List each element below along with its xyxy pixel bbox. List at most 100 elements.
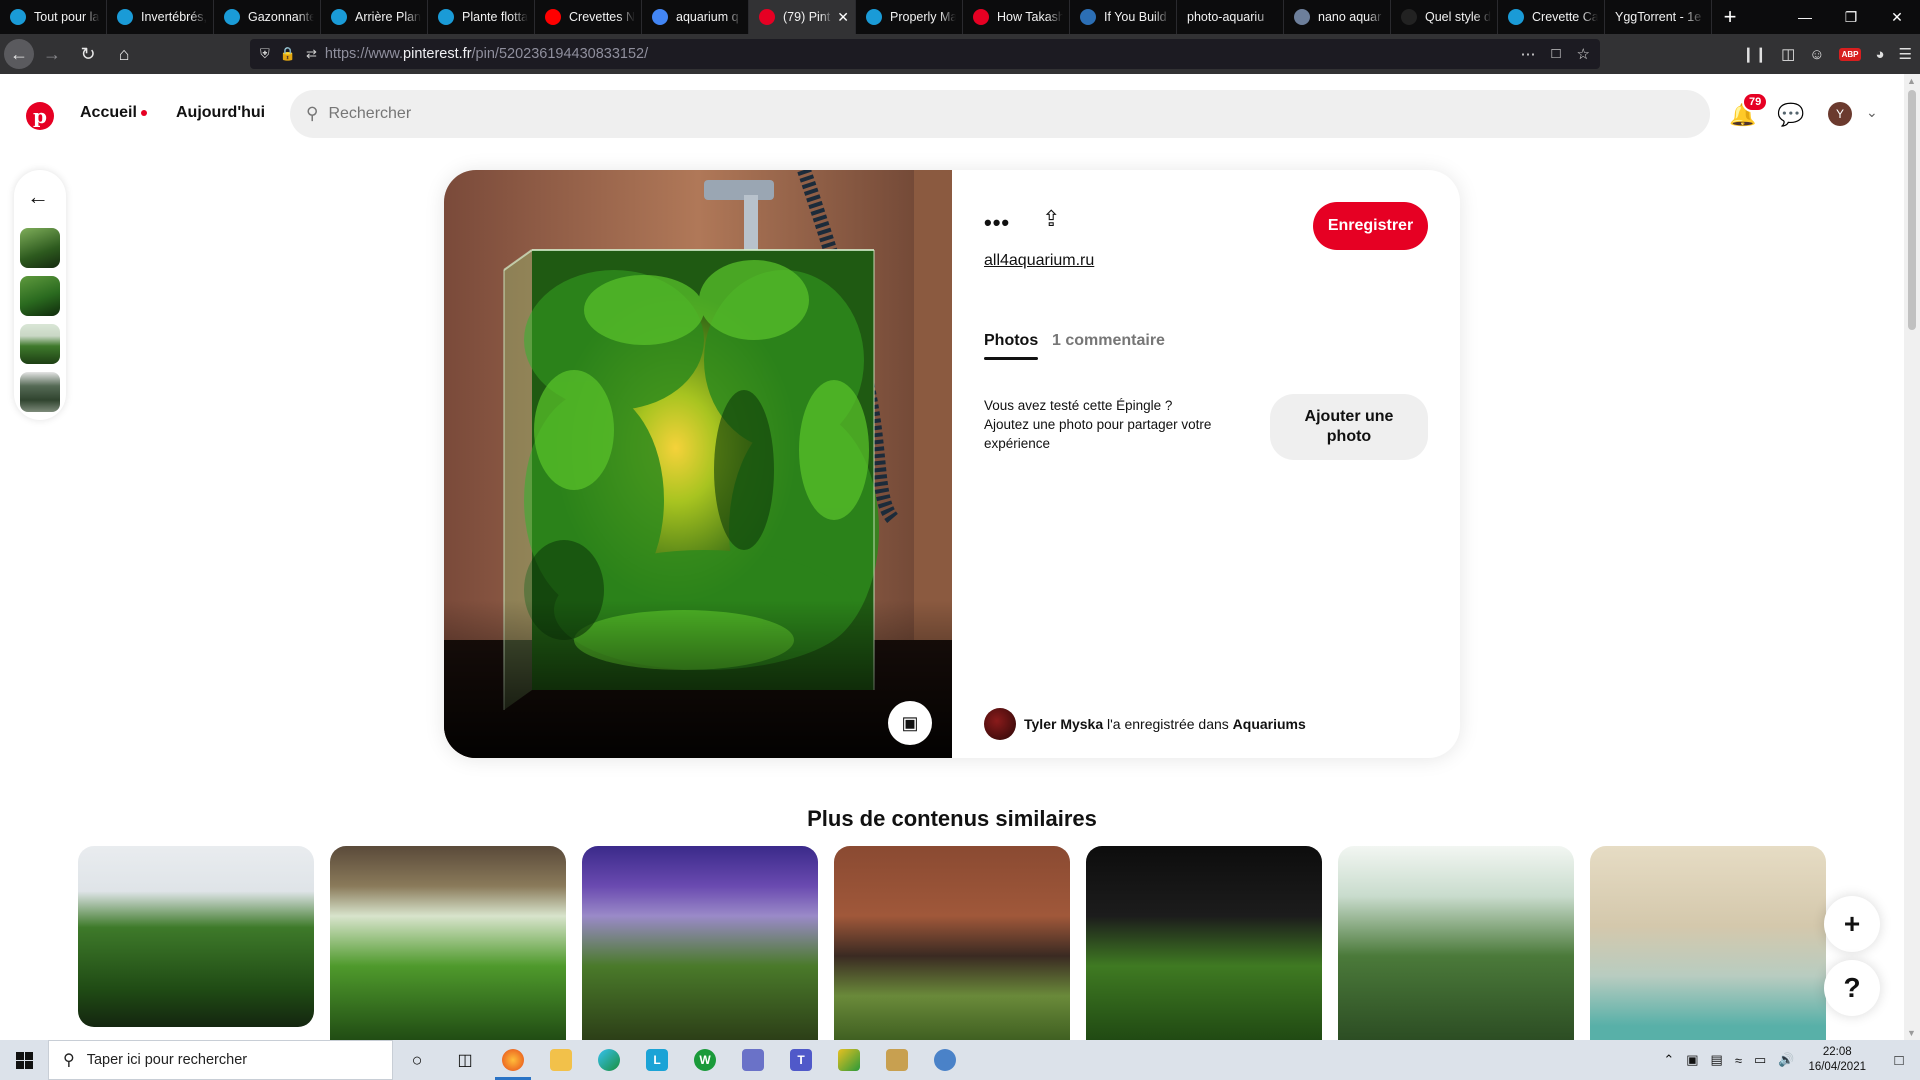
- library-icon[interactable]: ❙❙: [1742, 45, 1767, 63]
- firefox-icon[interactable]: [489, 1040, 537, 1080]
- menu-icon[interactable]: ☰: [1899, 45, 1912, 63]
- taskbar-search[interactable]: ⚲ Taper ici pour rechercher: [48, 1040, 393, 1080]
- similar-pin[interactable]: [1338, 846, 1574, 1046]
- restore-button[interactable]: ❐: [1828, 0, 1874, 34]
- sidebar-icon[interactable]: ◫: [1781, 45, 1795, 63]
- browser-tab[interactable]: Crevettes N: [535, 0, 642, 34]
- visual-search-icon[interactable]: ▣: [888, 701, 932, 745]
- nav-home-link[interactable]: Accueil: [80, 104, 147, 122]
- more-options-icon[interactable]: •••: [984, 210, 1010, 236]
- messages-icon[interactable]: 💬: [1777, 101, 1805, 129]
- similar-pin[interactable]: [582, 846, 818, 1046]
- tab-favicon-icon: [759, 9, 775, 25]
- scroll-up-arrow[interactable]: ▲: [1907, 76, 1916, 86]
- chevron-up-icon[interactable]: ⌃: [1663, 1052, 1674, 1068]
- search-input[interactable]: [328, 105, 1529, 123]
- forward-button[interactable]: →: [34, 38, 70, 70]
- help-button[interactable]: ?: [1824, 960, 1880, 1016]
- browser-tab[interactable]: Gazonnante: [214, 0, 321, 34]
- browser-tab[interactable]: If You Build: [1070, 0, 1177, 34]
- bookmark-star-icon[interactable]: ☆: [1577, 45, 1590, 63]
- create-plus-button[interactable]: +: [1824, 896, 1880, 952]
- similar-pin[interactable]: [834, 846, 1070, 1046]
- history-thumbnail[interactable]: [20, 228, 60, 268]
- battery-icon[interactable]: ▭: [1754, 1052, 1766, 1068]
- app-w-icon[interactable]: W: [681, 1040, 729, 1080]
- browser-tab[interactable]: photo-aquariu: [1177, 0, 1284, 34]
- similar-pin[interactable]: [330, 846, 566, 1046]
- back-button[interactable]: ←: [4, 39, 34, 69]
- browser-tab[interactable]: Crevette Ca: [1498, 0, 1605, 34]
- chevron-down-icon[interactable]: ⌄: [1866, 104, 1878, 121]
- browser-tab[interactable]: How Takash: [963, 0, 1070, 34]
- similar-pin[interactable]: [1590, 846, 1826, 1046]
- edge-icon[interactable]: [585, 1040, 633, 1080]
- add-photo-button[interactable]: Ajouter une photo: [1270, 394, 1428, 460]
- close-tab-icon[interactable]: ✕: [837, 9, 849, 26]
- share-icon[interactable]: ⇪: [1042, 206, 1060, 232]
- clock-time: 22:08: [1822, 1046, 1852, 1058]
- cortana-icon[interactable]: ○: [393, 1040, 441, 1080]
- browser-tab[interactable]: Quel style d: [1391, 0, 1498, 34]
- browser-tab[interactable]: (79) Pint ✕: [749, 0, 856, 34]
- task-view-icon[interactable]: ◫: [441, 1040, 489, 1080]
- tray-display-icon[interactable]: ▤: [1711, 1052, 1723, 1068]
- close-window-button[interactable]: ✕: [1874, 0, 1920, 34]
- scroll-down-arrow[interactable]: ▼: [1907, 1028, 1916, 1038]
- wifi-icon[interactable]: ≈: [1735, 1053, 1742, 1068]
- new-tab-button[interactable]: +: [1712, 4, 1748, 30]
- avatar[interactable]: Y: [1828, 102, 1852, 126]
- browser-tab[interactable]: Arrière Plan: [321, 0, 428, 34]
- teams-icon[interactable]: T: [777, 1040, 825, 1080]
- account-icon[interactable]: ☺: [1809, 46, 1824, 63]
- source-link[interactable]: all4aquarium.ru: [984, 252, 1094, 270]
- browser-tab[interactable]: Plante flotta: [428, 0, 535, 34]
- arrow-left-icon[interactable]: ←: [27, 184, 49, 210]
- pinterest-logo[interactable]: p: [26, 102, 54, 130]
- volume-icon[interactable]: 🔊: [1778, 1052, 1794, 1068]
- similar-pin[interactable]: [1086, 846, 1322, 1046]
- save-button[interactable]: Enregistrer: [1313, 202, 1428, 250]
- saver-name[interactable]: Tyler Myska: [1024, 716, 1103, 732]
- tab-photos[interactable]: Photos: [984, 332, 1039, 360]
- extension-icon[interactable]: ◕: [1875, 46, 1884, 63]
- app-l-icon[interactable]: L: [633, 1040, 681, 1080]
- shield-icon[interactable]: ⛨: [260, 46, 270, 62]
- address-bar[interactable]: ⛨ 🔒 ⇄ https://www. pinterest.fr/pin/52023…: [250, 39, 1600, 69]
- board-name[interactable]: Aquariums: [1233, 716, 1306, 732]
- pin-image[interactable]: [444, 170, 952, 758]
- app-globe-icon[interactable]: [921, 1040, 969, 1080]
- page-actions-icon[interactable]: ⋯: [1520, 45, 1535, 63]
- tray-app-icon[interactable]: ▣: [1686, 1052, 1698, 1068]
- browser-tab[interactable]: Invertébrés,: [107, 0, 214, 34]
- start-button[interactable]: [0, 1040, 48, 1080]
- browser-tab[interactable]: nano aquar: [1284, 0, 1391, 34]
- app-mail-icon[interactable]: [729, 1040, 777, 1080]
- lock-icon[interactable]: 🔒: [280, 46, 296, 62]
- url-path: /pin/520236194430833152/: [471, 46, 649, 62]
- home-button[interactable]: ⌂: [106, 38, 142, 70]
- history-thumbnail[interactable]: [20, 372, 60, 412]
- saver-avatar[interactable]: [984, 708, 1016, 740]
- page-scrollbar[interactable]: ▲ ▼: [1904, 74, 1920, 1040]
- browser-tab[interactable]: aquarium q: [642, 0, 749, 34]
- history-thumbnail[interactable]: [20, 276, 60, 316]
- scrollbar-thumb[interactable]: [1908, 90, 1916, 330]
- browser-tab[interactable]: Properly Ma: [856, 0, 963, 34]
- tab-comments[interactable]: 1 commentaire: [1052, 332, 1165, 350]
- file-explorer-icon[interactable]: [537, 1040, 585, 1080]
- reload-button[interactable]: ↻: [70, 38, 106, 70]
- history-thumbnail[interactable]: [20, 324, 60, 364]
- pocket-icon[interactable]: □: [1551, 45, 1560, 63]
- nav-today-link[interactable]: Aujourd'hui: [176, 104, 265, 122]
- taskbar-clock[interactable]: 22:08 16/04/2021: [1808, 1045, 1866, 1075]
- browser-tab[interactable]: YggTorrent - 1e: [1605, 0, 1712, 34]
- adblock-icon[interactable]: ABP: [1838, 47, 1862, 61]
- app-triangle-icon[interactable]: [825, 1040, 873, 1080]
- minimize-button[interactable]: —: [1782, 0, 1828, 34]
- permissions-icon[interactable]: ⇄: [306, 46, 317, 62]
- action-center-icon[interactable]: □: [1878, 1040, 1920, 1080]
- app-map-icon[interactable]: [873, 1040, 921, 1080]
- similar-pin[interactable]: [78, 846, 314, 1027]
- browser-tab[interactable]: Tout pour la: [0, 0, 107, 34]
